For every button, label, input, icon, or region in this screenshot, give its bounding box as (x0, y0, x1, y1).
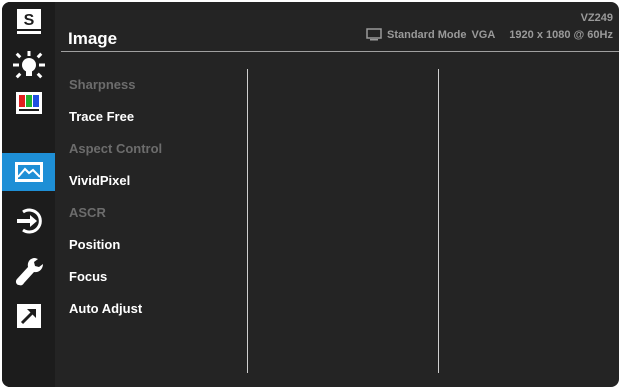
resolution-label: 1920 x 1080 @ 60Hz (509, 28, 613, 41)
shortcut-arrow-icon (16, 304, 41, 328)
input-select-icon (16, 208, 42, 234)
splendid-letter: S (23, 12, 34, 29)
menu-item-ascr: ASCR (69, 205, 106, 220)
column-divider-2 (438, 69, 439, 373)
mode-label: Standard Mode (387, 28, 467, 41)
mode-info: Standard Mode VGA 1920 x 1080 @ 60Hz (366, 28, 613, 41)
menu-item-position[interactable]: Position (69, 237, 120, 252)
sidebar-item-color[interactable] (2, 84, 55, 122)
menu-item-auto-adjust[interactable]: Auto Adjust (69, 301, 142, 316)
monitor-icon (366, 28, 382, 41)
icon-sidebar: S (2, 2, 55, 387)
wrench-icon (15, 258, 43, 286)
main-panel: VZ249 Image Standard Mode VGA 1920 x 108… (55, 2, 619, 387)
sidebar-item-system-setup[interactable] (2, 253, 55, 291)
sidebar-item-input[interactable] (2, 202, 55, 240)
page-title: Image (68, 29, 118, 48)
header-divider (61, 51, 619, 52)
sidebar-item-brightness[interactable] (2, 48, 55, 86)
column-divider-1 (247, 69, 248, 373)
splendid-icon: S (16, 9, 41, 34)
image-icon (14, 162, 43, 182)
model-name: VZ249 (580, 12, 613, 24)
sidebar-item-image[interactable] (2, 153, 55, 191)
menu-item-focus[interactable]: Focus (69, 269, 107, 284)
menu-item-sharpness: Sharpness (69, 77, 136, 92)
osd-menu: S VZ249 Image Standard Mode VGA 1920 x 1… (2, 2, 619, 387)
brightness-icon (12, 51, 45, 79)
color-bars-icon (15, 92, 42, 114)
sidebar-item-splendid[interactable]: S (2, 3, 55, 41)
menu-item-aspect-control: Aspect Control (69, 141, 163, 156)
menu-item-trace-free[interactable]: Trace Free (69, 109, 134, 124)
input-label: VGA (471, 28, 496, 41)
menu-item-vividpixel[interactable]: VividPixel (69, 173, 130, 188)
sidebar-item-shortcut[interactable] (2, 297, 55, 335)
